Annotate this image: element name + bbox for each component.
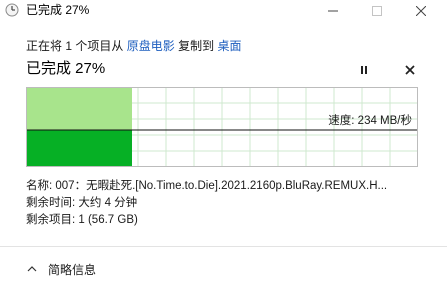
copy-progress-clock-icon [5,3,19,17]
source-folder-link[interactable]: 原盘电影 [127,39,175,53]
minimize-icon [328,10,338,12]
transfer-speed-graph: 速度: 234 MB/秒 [26,87,418,167]
chevron-up-icon [26,263,38,275]
window-title: 已完成 27% [26,3,90,17]
status-count: 1 [65,39,73,53]
status-prefix: 正在将 [26,39,63,53]
time-remaining-value: 大约 4 分钟 [78,197,138,209]
speed-history-fill [26,130,132,167]
items-remaining-value: 1 (56.7 GB) [78,214,138,226]
file-name-row: 名称: 007：无暇赴死.[No.Time.to.Die].2021.2160p… [26,178,387,195]
items-remaining-row: 剩余项目: 1 (56.7 GB) [26,212,387,229]
items-remaining-label: 剩余项目: [26,214,79,226]
cancel-copy-button[interactable] [401,61,419,79]
time-remaining-label: 剩余时间: [26,197,79,209]
file-name-label: 名称: [26,180,56,192]
time-remaining-row: 剩余时间: 大约 4 分钟 [26,195,387,212]
pause-icon [361,66,367,74]
title-bar: 已完成 27% [0,0,447,22]
destination-folder-link[interactable]: 桌面 [217,39,241,53]
close-window-button[interactable] [398,0,444,22]
cancel-icon [405,65,415,75]
copy-details: 名称: 007：无暇赴死.[No.Time.to.Die].2021.2160p… [26,178,387,229]
status-mid: 个项目从 [75,39,124,53]
fewer-details-toggle[interactable]: 简略信息 [26,260,96,278]
maximize-button[interactable] [354,0,400,22]
speed-label: 速度: 234 MB/秒 [328,113,412,127]
copy-status-line: 正在将 1 个项目从 原盘电影 复制到 桌面 [26,38,241,54]
status-action: 复制到 [178,39,215,53]
footer-divider [0,246,447,247]
maximize-icon [372,6,382,16]
fewer-details-label: 简略信息 [48,262,97,277]
file-name-value: 007：无暇赴死.[No.Time.to.Die].2021.2160p.Blu… [55,180,388,192]
minimize-button[interactable] [310,0,356,22]
pause-button[interactable] [355,61,373,79]
close-icon [416,6,426,16]
progress-title: 已完成 27% [26,60,106,77]
